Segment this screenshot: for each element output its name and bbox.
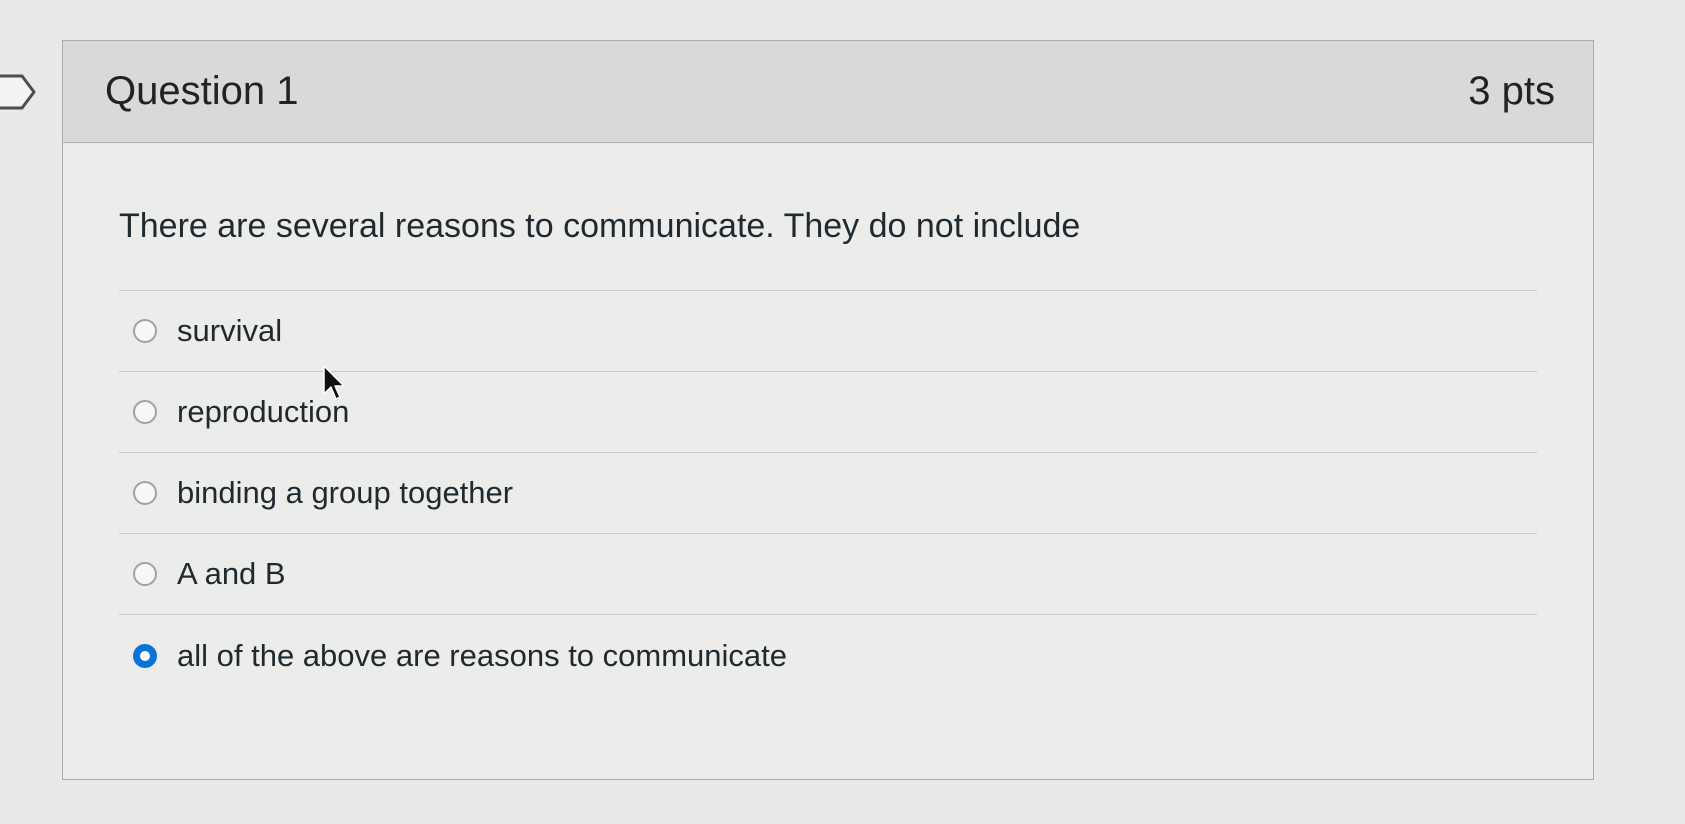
answer-list: survival reproduction binding a group to… xyxy=(119,290,1537,696)
radio-button[interactable] xyxy=(133,562,157,586)
answer-option[interactable]: all of the above are reasons to communic… xyxy=(119,615,1537,696)
answer-label: all of the above are reasons to communic… xyxy=(177,637,788,673)
question-title: Question 1 xyxy=(105,69,299,113)
answer-option[interactable]: survival xyxy=(119,291,1537,372)
question-text: There are several reasons to communicate… xyxy=(119,207,1081,245)
radio-button[interactable] xyxy=(133,400,157,424)
answer-label: survival xyxy=(177,313,283,348)
flag-question-icon[interactable] xyxy=(0,72,40,112)
radio-button[interactable] xyxy=(133,481,157,505)
question-points: 3 pts xyxy=(1468,69,1555,113)
answer-label: A and B xyxy=(177,556,286,591)
question-body: There are several reasons to communicate… xyxy=(63,143,1593,696)
answer-option[interactable]: binding a group together xyxy=(119,453,1537,534)
radio-button-selected[interactable] xyxy=(133,643,157,668)
radio-button[interactable] xyxy=(133,319,157,343)
question-card: Question 1 3 pts There are several reaso… xyxy=(62,40,1594,780)
mouse-pointer-icon xyxy=(323,365,345,400)
answer-option[interactable]: A and B xyxy=(119,534,1537,615)
question-header: Question 1 3 pts xyxy=(63,41,1593,143)
answer-label: binding a group together xyxy=(177,475,514,510)
